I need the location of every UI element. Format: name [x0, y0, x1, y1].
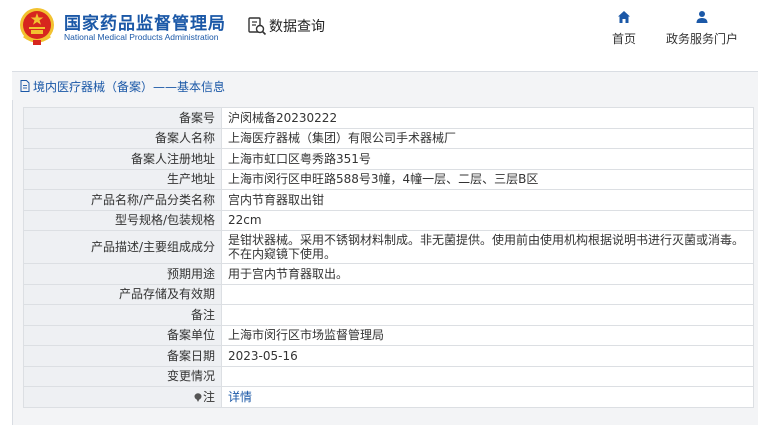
table-row: 型号规格/包装规格 22cm: [23, 209, 754, 231]
field-label: 注: [202, 389, 215, 404]
field-label: 产品名称/产品分类名称: [23, 189, 222, 211]
brand-title-cn: 国家药品监督管理局: [64, 14, 226, 34]
table-row: 备案人名称 上海医疗器械（集团）有限公司手术器械厂: [23, 127, 754, 149]
field-value: 上海市虹口区粤秀路351号: [221, 148, 754, 170]
nav-service-portal-label: 政务服务门户: [666, 32, 739, 46]
field-value: 详情: [221, 386, 754, 408]
data-query-label: 数据查询: [269, 19, 325, 35]
table-row: 备案人注册地址 上海市虹口区粤秀路351号: [23, 148, 754, 170]
table-row: 预期用途 用于宫内节育器取出。: [23, 263, 754, 285]
table-row: 变更情况: [23, 365, 754, 387]
data-search-icon: [248, 17, 267, 36]
pin-icon: [194, 393, 202, 402]
table-row: 产品存储及有效期: [23, 283, 754, 305]
field-value: 沪闵械备20230222: [221, 107, 754, 129]
table-row: 产品描述/主要组成成分 是钳状器械。采用不锈钢材料制成。非无菌提供。使用前由使用…: [23, 230, 754, 264]
user-icon: [696, 11, 708, 23]
panel-title: 境内医疗器械（备案）——基本信息: [33, 79, 226, 94]
field-label: 备案号: [23, 107, 222, 129]
field-label: 预期用途: [23, 263, 222, 285]
field-value: 2023-05-16: [221, 345, 754, 367]
panel-title-bar: 境内医疗器械（备案）——基本信息: [12, 72, 758, 100]
field-label: 备案单位: [23, 324, 222, 346]
field-label: 产品存储及有效期: [23, 283, 222, 305]
field-value: 用于宫内节育器取出。: [221, 263, 754, 285]
field-value: [221, 304, 754, 326]
field-label: 型号规格/包装规格: [23, 209, 222, 231]
field-label: 备案人名称: [23, 127, 222, 149]
national-emblem-logo: [20, 8, 54, 45]
table-row: 产品名称/产品分类名称 宫内节育器取出钳: [23, 189, 754, 211]
field-label: 备案日期: [23, 345, 222, 367]
data-query-link[interactable]: 数据查询: [247, 15, 325, 37]
field-value: 宫内节育器取出钳: [221, 189, 754, 211]
field-value: 上海医疗器械（集团）有限公司手术器械厂: [221, 127, 754, 149]
field-label: 备案人注册地址: [23, 148, 222, 170]
field-value: 是钳状器械。采用不锈钢材料制成。非无菌提供。使用前由使用机构根据说明书进行灭菌或…: [221, 230, 754, 264]
table-row: 备案号 沪闵械备20230222: [23, 107, 754, 129]
document-icon: [20, 80, 30, 92]
nav-service-portal[interactable]: 政务服务门户: [666, 10, 738, 47]
field-value: [221, 365, 754, 387]
field-label: 备注: [23, 304, 222, 326]
record-detail-table: 备案号 沪闵械备20230222 备案人名称 上海医疗器械（集团）有限公司手术器…: [23, 107, 754, 408]
nav-home[interactable]: 首页: [612, 10, 636, 47]
field-label: 变更情况: [23, 365, 222, 387]
table-row: 生产地址 上海市闵行区申旺路588号3幢，4幢一层、二层、三层B区: [23, 168, 754, 190]
table-row: 注 详情: [23, 386, 754, 408]
table-row: 备案日期 2023-05-16: [23, 345, 754, 367]
field-value: 上海市闵行区市场监督管理局: [221, 324, 754, 346]
brand-title-en: National Medical Products Administration: [64, 32, 219, 42]
field-value: 上海市闵行区申旺路588号3幢，4幢一层、二层、三层B区: [221, 168, 754, 190]
field-label: 产品描述/主要组成成分: [23, 230, 222, 264]
nav-home-label: 首页: [612, 32, 637, 46]
site-header: 国家药品监督管理局 National Medical Products Admi…: [0, 0, 758, 62]
field-value: [221, 283, 754, 305]
home-icon: [618, 11, 630, 23]
details-link[interactable]: 详情: [228, 390, 252, 404]
field-label: 生产地址: [23, 168, 222, 190]
note-label-cell: 注: [23, 386, 222, 408]
field-value: 22cm: [221, 209, 754, 231]
table-row: 备案单位 上海市闵行区市场监督管理局: [23, 324, 754, 346]
table-row: 备注: [23, 304, 754, 326]
